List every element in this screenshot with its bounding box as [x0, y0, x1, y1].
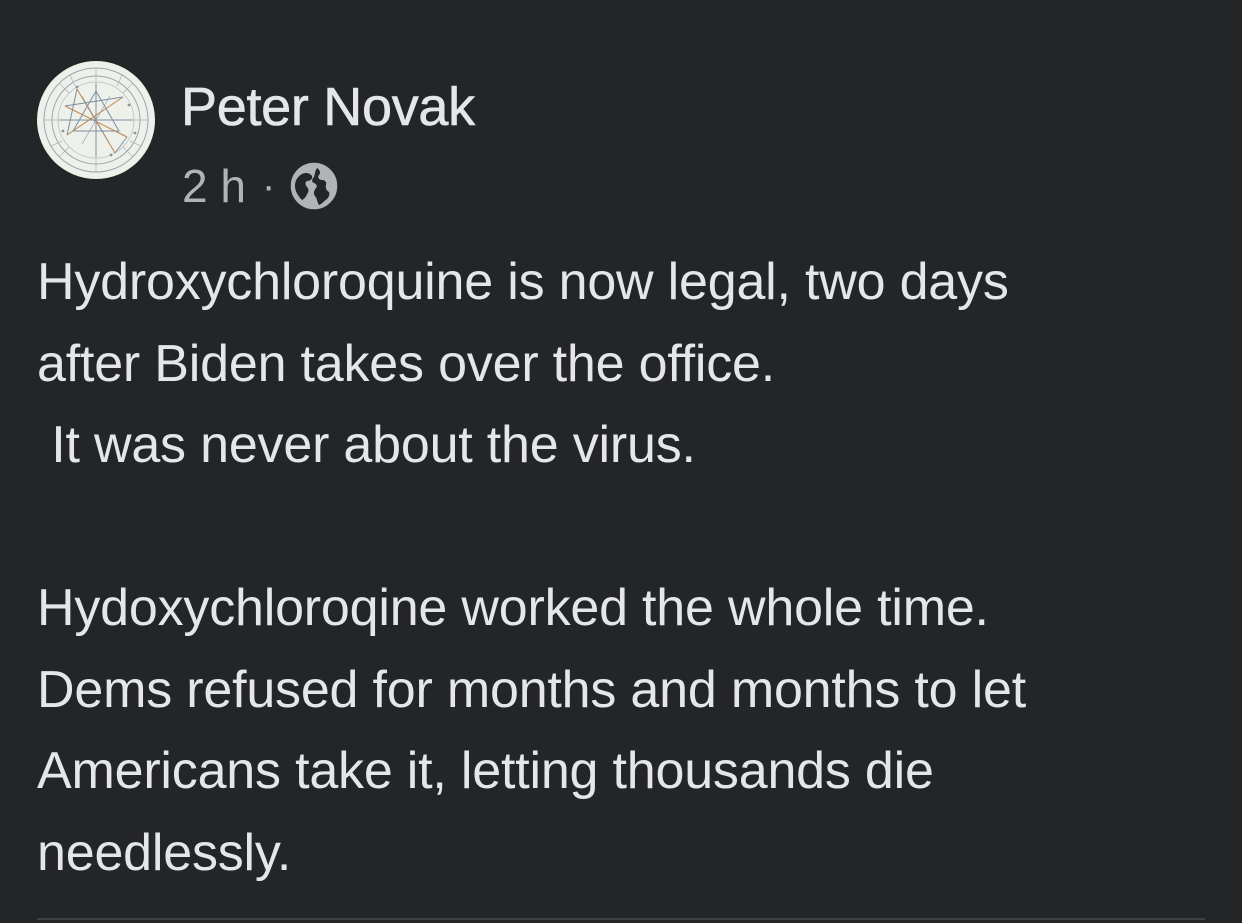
post-line-7: Americans take it, letting thousands die: [37, 742, 934, 800]
post-card: Peter Novak 2 h · Hydroxychloroquine is …: [0, 0, 1242, 923]
post-meta: 2 h ·: [182, 160, 339, 212]
post-timestamp[interactable]: 2 h: [182, 160, 246, 212]
author-name[interactable]: Peter Novak: [181, 75, 476, 139]
post-body: Hydroxychloroquine is now legal, two day…: [37, 242, 1217, 894]
astrology-chart-icon: [39, 63, 153, 177]
post-line-5: Hydoxychloroqine worked the whole time.: [37, 579, 989, 637]
post-line-1: Hydroxychloroquine is now legal, two day…: [37, 253, 1009, 311]
post-line-6: Dems refused for months and months to le…: [37, 660, 1026, 719]
author-avatar[interactable]: [37, 61, 155, 179]
post-line-2: after Biden takes over the office.: [37, 334, 776, 393]
meta-separator: ·: [261, 164, 276, 208]
post-divider: [37, 918, 1205, 920]
post-blank-line: [37, 487, 1217, 569]
post-line-8: needlessly.: [37, 823, 292, 882]
globe-icon[interactable]: [289, 161, 339, 211]
post-line-3: It was never about the virus.: [37, 416, 696, 474]
